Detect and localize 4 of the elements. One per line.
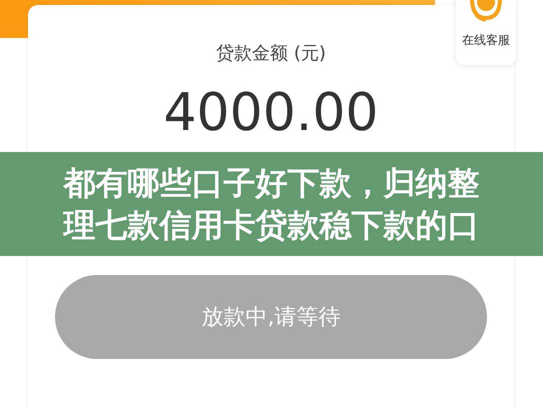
loan-amount: 4000.00 (163, 87, 379, 139)
loan-amount-label: 贷款金额 (元) (216, 42, 326, 65)
banner-title: 都有哪些口子好下款，归纳整理七款信用卡贷款稳下款的口 (62, 163, 480, 246)
service-button[interactable]: 在线客服 (456, 0, 516, 65)
